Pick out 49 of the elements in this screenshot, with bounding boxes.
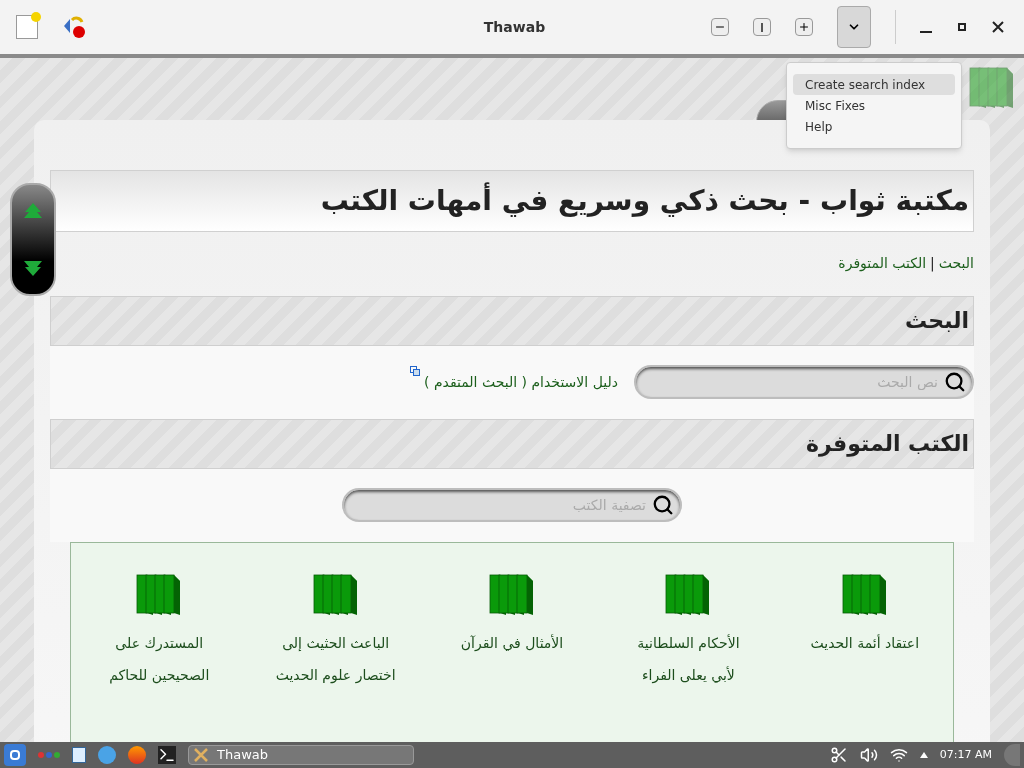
books-icon (968, 64, 1016, 108)
expand-tray-icon[interactable] (919, 752, 928, 758)
search-icon (652, 494, 674, 517)
page-title: مكتبة ثواب - بحث ذكي وسريع في أمهات الكتب (320, 181, 969, 219)
dots-icon[interactable] (38, 752, 60, 758)
book-title: لأبي يعلى الفراء (642, 665, 735, 686)
volume-icon[interactable] (859, 746, 878, 764)
wifi-icon[interactable] (889, 746, 908, 764)
zoom-out-button[interactable] (711, 18, 729, 36)
task-label: Thawab (217, 746, 268, 765)
close-button[interactable] (992, 21, 1004, 33)
book-item[interactable]: الأحكام السلطانية لأبي يعلى الفراء (600, 571, 777, 692)
book-title: اعتقاد أئمة الحديث (810, 633, 920, 654)
notes-icon[interactable] (72, 747, 86, 763)
nav-link[interactable]: البحث (938, 253, 974, 275)
external-link-icon (410, 365, 420, 376)
terminal-icon[interactable] (158, 746, 176, 764)
book-title: الصحيحين للحاكم (109, 666, 210, 686)
zoom-in-button[interactable] (795, 18, 813, 36)
nav-separator: | (930, 254, 935, 274)
section-heading: الكتب المتوفرة (806, 430, 969, 459)
nav-link[interactable]: الكتب المتوفرة (838, 253, 927, 275)
start-menu-icon[interactable] (4, 744, 26, 766)
plus-icon (798, 21, 810, 33)
reset-zoom-button[interactable] (753, 18, 771, 36)
book-title: المستدرك على (115, 634, 204, 654)
menu-item[interactable]: Help (793, 116, 955, 137)
help-link[interactable]: دليل الاستخدام ( البحث المتقدم ) (424, 371, 618, 393)
search-icon (944, 371, 966, 394)
clock: 07:17 AM (939, 746, 992, 763)
section-heading: البحث (905, 307, 969, 336)
menu-item[interactable]: Create search index (793, 74, 955, 95)
maximize-button[interactable] (958, 23, 966, 31)
book-title: اختصار علوم الحديث (275, 666, 396, 686)
book-title: الأحكام السلطانية (637, 633, 740, 654)
books-icon (488, 571, 536, 616)
books-icon (840, 571, 889, 616)
book-title: الباعث الحثيث إلى (282, 634, 390, 654)
book-item[interactable]: الباعث الحثيث إلى اختصار علوم الحديث (247, 571, 424, 692)
book-item[interactable]: المستدرك على الصحيحين للحاكم (71, 571, 248, 692)
menu-item[interactable]: Misc Fixes (793, 95, 955, 116)
book-title: الأمثال في القرآن (460, 633, 564, 654)
book-item[interactable]: اعتقاد أئمة الحديث (776, 571, 953, 692)
new-document-icon[interactable] (16, 15, 38, 39)
book-item[interactable]: الأمثال في القرآن (423, 571, 601, 692)
books-icon (311, 571, 360, 616)
task-button[interactable]: Thawab (188, 745, 414, 765)
window-title: Thawab (483, 17, 546, 37)
scissors-icon[interactable] (829, 746, 848, 764)
